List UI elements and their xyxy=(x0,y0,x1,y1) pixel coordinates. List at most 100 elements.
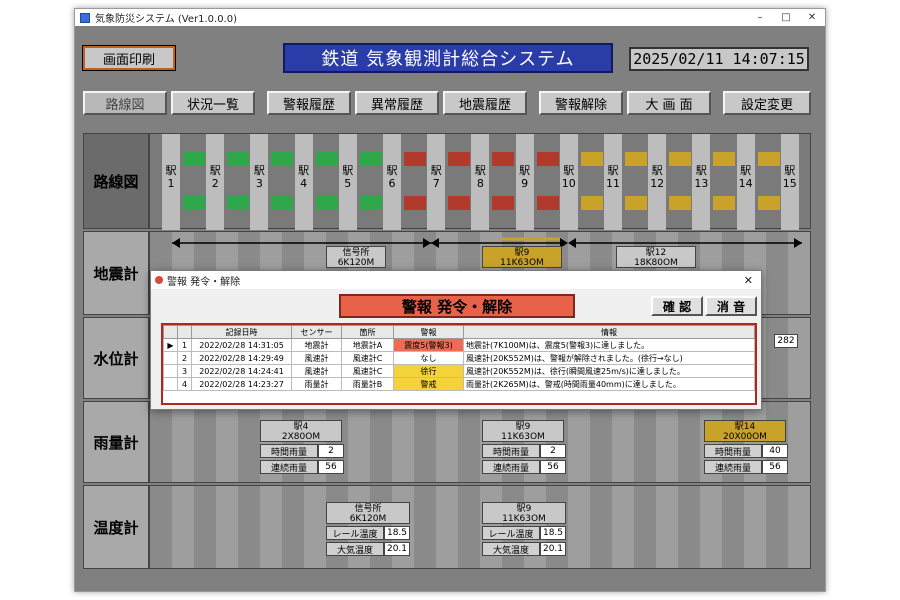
box-name: 駅9 xyxy=(514,248,530,258)
track-segment[interactable] xyxy=(580,196,603,210)
box-pos: 11K63OM xyxy=(502,514,546,524)
log-row[interactable]: 4 2022/02/28 14:23:27 雨量計 雨量計B 警戒 雨量計(2K265M)… xyxy=(163,377,755,391)
silence-button[interactable]: 消 音 xyxy=(705,296,757,316)
nav-status-list[interactable]: 状況一覧 xyxy=(171,91,255,115)
station-label[interactable]: 駅 10 xyxy=(560,164,578,190)
station-label[interactable]: 駅1 xyxy=(162,164,180,190)
dialog-close-button[interactable]: ✕ xyxy=(744,274,753,287)
rain-box-station9[interactable]: 駅9 11K63OM xyxy=(482,420,564,442)
track-segment[interactable] xyxy=(183,196,205,210)
station-label[interactable]: 駅8 xyxy=(471,164,489,190)
track-segment[interactable] xyxy=(669,196,692,210)
cell-no: 1 xyxy=(177,338,192,352)
log-row[interactable]: ▶ 1 2022/02/28 14:31:05 地震計 地震計A 震度5(警報3) 地震計(… xyxy=(163,338,755,352)
cell-place: 地震計A xyxy=(341,338,394,352)
cell-mark: ▶ xyxy=(163,338,178,352)
box-name: 駅12 xyxy=(645,248,667,258)
col-place: 箇所 xyxy=(341,325,394,339)
rain-hourly-station14: 時間雨量 40 xyxy=(704,444,788,458)
track-segment[interactable] xyxy=(271,196,294,210)
track-segment[interactable] xyxy=(625,196,647,210)
rain-cont-station4: 連続雨量 56 xyxy=(260,460,344,474)
track-segment[interactable] xyxy=(315,152,338,166)
log-row[interactable]: 3 2022/02/28 14:24:41 風速計 風速計C 徐行 風速計(20K552M… xyxy=(163,364,755,378)
track-segment[interactable] xyxy=(359,196,382,210)
seismic-box-station9[interactable]: 駅9 11K63OM xyxy=(482,246,562,268)
nav-large-screen[interactable]: 大 画 面 xyxy=(627,91,711,115)
cell-place: 風速計C xyxy=(341,351,394,365)
track-segment[interactable] xyxy=(536,152,559,166)
confirm-button[interactable]: 確 認 xyxy=(651,296,703,316)
temp-panel: 信号所 6K120M レール温度 18.5 大気温度 20.1 駅9 11K63OM… xyxy=(149,485,811,569)
track-segment[interactable] xyxy=(404,152,426,166)
nav-alert-history[interactable]: 警報履歴 xyxy=(267,91,351,115)
cell-time: 2022/02/28 14:29:49 xyxy=(191,351,292,365)
box-pos: 6K120M xyxy=(337,258,375,268)
title-bar: 気象防災システム (Ver1.0.0.0) – □ ✕ xyxy=(75,9,825,26)
station-label[interactable]: 駅9 xyxy=(516,164,534,190)
track-segment[interactable] xyxy=(448,196,471,210)
cell-mark xyxy=(163,351,178,365)
temp-box-station9[interactable]: 駅9 11K63OM xyxy=(482,502,566,524)
rain-box-station14[interactable]: 駅14 20X00OM xyxy=(704,420,786,442)
nav-anomaly-history[interactable]: 異常履歴 xyxy=(355,91,439,115)
track-segment[interactable] xyxy=(404,196,426,210)
track-segment[interactable] xyxy=(757,152,780,166)
rain-panel: 駅4 2X80OM 時間雨量 2 連続雨量 56 駅9 11K63OM 時間雨量 2 … xyxy=(149,401,811,483)
station-label[interactable]: 駅4 xyxy=(295,164,313,190)
track-segment[interactable] xyxy=(448,152,471,166)
temp-rail-station9: レール温度 18.5 xyxy=(482,526,566,540)
minimize-button[interactable]: – xyxy=(747,12,773,23)
print-screen-button[interactable]: 画面印刷 xyxy=(82,45,176,71)
nav-alert-release[interactable]: 警報解除 xyxy=(539,91,623,115)
track-segment[interactable] xyxy=(227,152,250,166)
cell-no: 2 xyxy=(177,351,192,365)
close-button[interactable]: ✕ xyxy=(799,12,825,23)
station-label[interactable]: 駅 12 xyxy=(648,164,666,190)
station-label[interactable]: 駅5 xyxy=(339,164,357,190)
track-segment[interactable] xyxy=(315,196,338,210)
station-label[interactable]: 駅3 xyxy=(250,164,268,190)
track-segment[interactable] xyxy=(227,196,250,210)
cell-mark xyxy=(163,364,178,378)
rain-hourly-station9: 時間雨量 2 xyxy=(482,444,566,458)
track-segment[interactable] xyxy=(536,196,559,210)
temp-box-signal[interactable]: 信号所 6K120M xyxy=(326,502,410,524)
cell-place: 雨量計B xyxy=(341,377,394,391)
station-label[interactable]: 駅 14 xyxy=(737,164,755,190)
track-segment[interactable] xyxy=(492,152,515,166)
log-row[interactable]: 2 2022/02/28 14:29:49 風速計 風速計C なし 風速計(20K552M… xyxy=(163,351,755,365)
track-segment[interactable] xyxy=(580,152,603,166)
seismic-box-signal[interactable]: 信号所 6K120M xyxy=(326,246,386,268)
box-pos: 18K80OM xyxy=(634,258,678,268)
nav-earthquake-history[interactable]: 地震履歴 xyxy=(443,91,527,115)
box-pos: 11K63OM xyxy=(501,432,545,442)
station-label[interactable]: 駅 15 xyxy=(781,164,799,190)
system-title: 鉄道 気象観測計総合システム xyxy=(283,43,613,73)
maximize-button[interactable]: □ xyxy=(773,12,799,23)
station-label[interactable]: 駅 11 xyxy=(604,164,622,190)
track-segment[interactable] xyxy=(713,152,736,166)
track-segment[interactable] xyxy=(183,152,205,166)
nav-settings[interactable]: 設定変更 xyxy=(723,91,811,115)
track-segment[interactable] xyxy=(669,152,692,166)
seismic-box-station12[interactable]: 駅12 18K80OM xyxy=(616,246,696,268)
station-label[interactable]: 駅6 xyxy=(383,164,401,190)
cell-sensor: 雨量計 xyxy=(291,377,342,391)
nav-route-map[interactable]: 路線図 xyxy=(83,91,167,115)
station-label[interactable]: 駅 13 xyxy=(692,164,710,190)
track-segment[interactable] xyxy=(492,196,515,210)
station-label[interactable]: 駅2 xyxy=(206,164,224,190)
station-label[interactable]: 駅7 xyxy=(427,164,445,190)
alert-log-table: 記録日時 センサー 箇所 警報 情報 ▶ 1 2022/02/28 14:31:05… xyxy=(161,323,757,405)
alert-dialog: 警報 発令・解除 ✕ 警報 発令・解除 確 認 消 音 記録日時 センサー 箇所… xyxy=(150,270,762,410)
track-segment[interactable] xyxy=(271,152,294,166)
track-segment[interactable] xyxy=(625,152,647,166)
track-segment[interactable] xyxy=(713,196,736,210)
track-segment[interactable] xyxy=(757,196,780,210)
cell-sensor: 風速計 xyxy=(291,351,342,365)
track-segment[interactable] xyxy=(359,152,382,166)
rain-box-station4[interactable]: 駅4 2X80OM xyxy=(260,420,342,442)
clock-display: 2025/02/11 14:07:15 xyxy=(629,47,809,71)
cell-time: 2022/02/28 14:23:27 xyxy=(191,377,292,391)
